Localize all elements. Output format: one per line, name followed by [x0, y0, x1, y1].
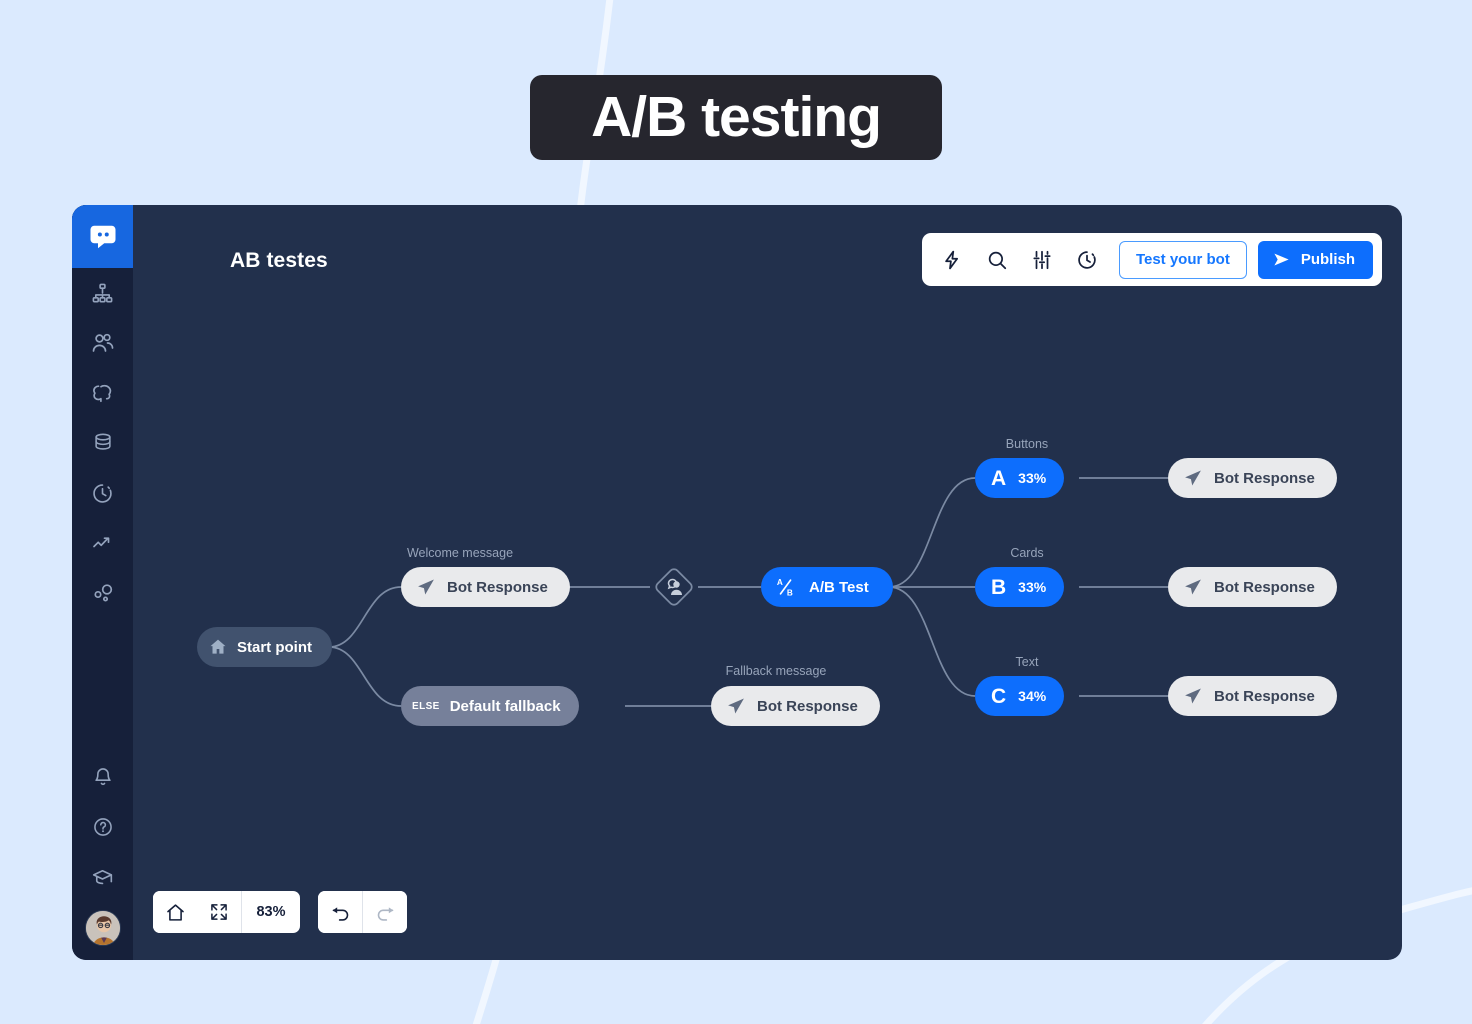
- user-avatar[interactable]: [85, 910, 121, 946]
- variant-a-percent: 33%: [1018, 470, 1046, 486]
- node-variant-b-bot-response-label: Bot Response: [1214, 579, 1315, 596]
- sidebar-item-analytics[interactable]: [72, 518, 133, 568]
- history-clock-icon: [91, 482, 114, 505]
- avatar-photo: [86, 911, 121, 946]
- zoom-group-right: [318, 891, 407, 933]
- graduation-cap-icon: [91, 866, 114, 889]
- user-chat-icon: [650, 563, 698, 611]
- variant-b-letter: B: [991, 577, 1006, 598]
- sidebar-item-help[interactable]: [72, 802, 133, 852]
- brain-icon: [91, 381, 115, 405]
- caption-variant-a: Buttons: [975, 437, 1079, 451]
- sidebar-item-flows[interactable]: [72, 268, 133, 318]
- node-fallback-bot-response-label: Bot Response: [757, 698, 858, 715]
- chatbot-logo-icon: [88, 222, 118, 252]
- zoom-group-left: 83%: [153, 891, 300, 933]
- node-welcome-bot-response[interactable]: Bot Response: [401, 567, 570, 607]
- node-variant-a[interactable]: A 33%: [975, 458, 1064, 498]
- sidebar-item-users[interactable]: [72, 318, 133, 368]
- undo-icon: [330, 902, 351, 923]
- sidebar-item-ai[interactable]: [72, 368, 133, 418]
- node-variant-a-bot-response[interactable]: Bot Response: [1168, 458, 1337, 498]
- left-sidebar: [72, 205, 133, 960]
- node-ab-test[interactable]: A B A/B Test: [761, 567, 893, 607]
- zoom-controls: 83%: [153, 891, 407, 933]
- node-default-fallback[interactable]: ELSE Default fallback: [401, 686, 579, 726]
- caption-variant-c: Text: [975, 655, 1079, 669]
- variant-b-percent: 33%: [1018, 579, 1046, 595]
- database-icon: [92, 432, 114, 454]
- sidebar-item-chatbot[interactable]: [72, 205, 133, 268]
- sidebar-item-notifications[interactable]: [72, 752, 133, 802]
- bell-icon: [92, 766, 114, 788]
- caption-welcome-message: Welcome message: [401, 546, 519, 560]
- node-ab-test-label: A/B Test: [809, 579, 869, 596]
- node-welcome-bot-response-label: Bot Response: [447, 579, 548, 596]
- sidebar-bottom-group: [72, 752, 133, 946]
- sidebar-top-group: [72, 205, 133, 618]
- send-plane-icon: [1183, 686, 1203, 706]
- sidebar-item-academy[interactable]: [72, 852, 133, 902]
- fit-to-screen-button[interactable]: [197, 891, 241, 933]
- redo-button[interactable]: [363, 891, 407, 933]
- page-title-banner: A/B testing: [530, 75, 942, 160]
- send-plane-icon: [1183, 577, 1203, 597]
- sidebar-item-history[interactable]: [72, 468, 133, 518]
- sidebar-item-data[interactable]: [72, 418, 133, 468]
- variant-c-percent: 34%: [1018, 688, 1046, 704]
- reset-view-button[interactable]: [153, 891, 197, 933]
- svg-text:A: A: [777, 578, 783, 587]
- fit-screen-icon: [209, 902, 229, 922]
- home-icon: [165, 902, 186, 923]
- variant-a-letter: A: [991, 468, 1006, 489]
- node-variant-c[interactable]: C 34%: [975, 676, 1064, 716]
- flow-hierarchy-icon: [91, 282, 114, 305]
- undo-button[interactable]: [318, 891, 362, 933]
- variant-c-letter: C: [991, 686, 1006, 707]
- banner-title-text: A/B testing: [591, 89, 881, 146]
- node-start-point[interactable]: Start point: [197, 627, 332, 667]
- else-chip: ELSE: [412, 701, 440, 712]
- trending-up-icon: [91, 531, 115, 555]
- node-variant-c-bot-response-label: Bot Response: [1214, 688, 1315, 705]
- node-user-input[interactable]: [650, 563, 698, 611]
- node-variant-a-bot-response-label: Bot Response: [1214, 470, 1315, 487]
- node-variant-b[interactable]: B 33%: [975, 567, 1064, 607]
- app-window: AB testes: [72, 205, 1402, 960]
- home-icon: [208, 637, 228, 657]
- question-circle-icon: [92, 816, 114, 838]
- caption-fallback-message: Fallback message: [711, 664, 841, 678]
- redo-icon: [375, 902, 396, 923]
- node-start-point-label: Start point: [237, 639, 312, 656]
- bubbles-icon: [91, 581, 115, 605]
- users-icon: [91, 331, 115, 355]
- node-variant-b-bot-response[interactable]: Bot Response: [1168, 567, 1337, 607]
- node-fallback-bot-response[interactable]: Bot Response: [711, 686, 880, 726]
- flow-canvas[interactable]: Start point Welcome message Bot Response: [133, 205, 1402, 960]
- svg-text:B: B: [787, 588, 793, 597]
- main-area: AB testes: [133, 205, 1402, 960]
- sidebar-item-integrations[interactable]: [72, 568, 133, 618]
- send-plane-icon: [1183, 468, 1203, 488]
- node-variant-c-bot-response[interactable]: Bot Response: [1168, 676, 1337, 716]
- send-plane-icon: [416, 577, 436, 597]
- caption-variant-b: Cards: [975, 546, 1079, 560]
- node-default-fallback-label: Default fallback: [450, 698, 561, 715]
- zoom-level-value[interactable]: 83%: [242, 891, 300, 933]
- send-plane-icon: [726, 696, 746, 716]
- ab-fraction-icon: A B: [775, 576, 797, 598]
